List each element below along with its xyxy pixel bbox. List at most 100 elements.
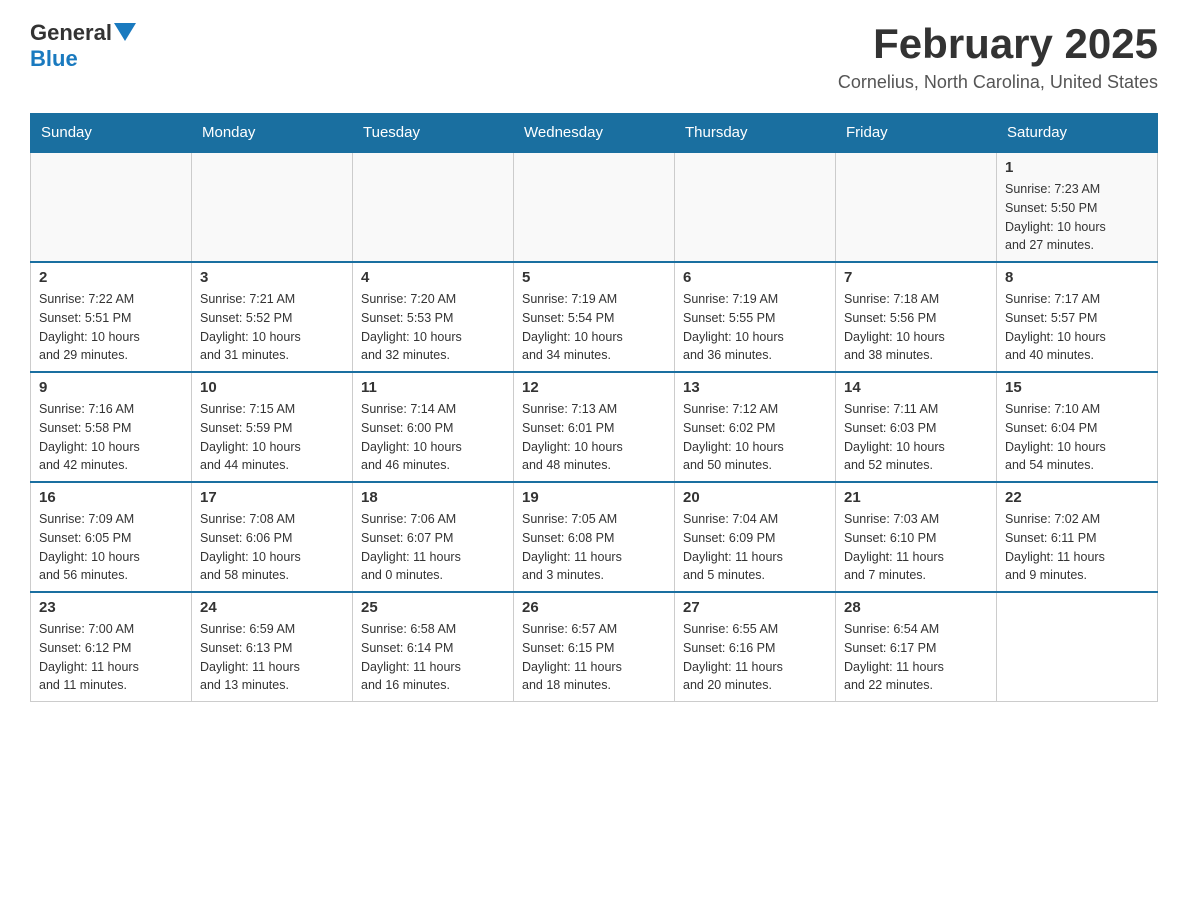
calendar-day-cell: 26 Sunrise: 6:57 AM Sunset: 6:15 PM Dayli… (514, 592, 675, 702)
calendar-day-cell: 10 Sunrise: 7:15 AM Sunset: 5:59 PM Dayli… (192, 372, 353, 482)
day-info: Sunrise: 6:59 AM Sunset: 6:13 PM Dayligh… (200, 620, 344, 695)
day-number: 12 (522, 379, 666, 396)
day-info: Sunrise: 7:19 AM Sunset: 5:54 PM Dayligh… (522, 290, 666, 365)
day-info: Sunrise: 6:57 AM Sunset: 6:15 PM Dayligh… (522, 620, 666, 695)
calendar-week-row: 1 Sunrise: 7:23 AM Sunset: 5:50 PM Daylig… (31, 152, 1158, 262)
subtitle: Cornelius, North Carolina, United States (838, 72, 1158, 93)
calendar-day-cell: 18 Sunrise: 7:06 AM Sunset: 6:07 PM Dayli… (353, 482, 514, 592)
day-number: 23 (39, 599, 183, 616)
day-number: 19 (522, 489, 666, 506)
day-info: Sunrise: 7:14 AM Sunset: 6:00 PM Dayligh… (361, 400, 505, 475)
day-info: Sunrise: 7:00 AM Sunset: 6:12 PM Dayligh… (39, 620, 183, 695)
calendar-week-row: 2 Sunrise: 7:22 AM Sunset: 5:51 PM Daylig… (31, 262, 1158, 372)
logo-general: General (30, 20, 112, 46)
calendar-day-cell: 13Sunrise: 7:12 AM Sunset: 6:02 PM Dayli… (675, 372, 836, 482)
logo-blue: Blue (30, 46, 136, 72)
day-number: 5 (522, 269, 666, 286)
day-number: 13 (683, 379, 827, 396)
day-number: 18 (361, 489, 505, 506)
day-info: Sunrise: 7:04 AM Sunset: 6:09 PM Dayligh… (683, 510, 827, 585)
day-number: 11 (361, 379, 505, 396)
calendar-day-cell: 5 Sunrise: 7:19 AM Sunset: 5:54 PM Daylig… (514, 262, 675, 372)
calendar-day-cell: 16 Sunrise: 7:09 AM Sunset: 6:05 PM Dayli… (31, 482, 192, 592)
day-number: 1 (1005, 159, 1149, 176)
calendar-day-cell: 24 Sunrise: 6:59 AM Sunset: 6:13 PM Dayli… (192, 592, 353, 702)
day-info: Sunrise: 7:10 AM Sunset: 6:04 PM Dayligh… (1005, 400, 1149, 475)
logo: General Blue (30, 20, 136, 72)
calendar-day-cell: 1 Sunrise: 7:23 AM Sunset: 5:50 PM Daylig… (997, 152, 1158, 262)
day-number: 2 (39, 269, 183, 286)
day-number: 10 (200, 379, 344, 396)
calendar-day-cell: 3 Sunrise: 7:21 AM Sunset: 5:52 PM Daylig… (192, 262, 353, 372)
calendar-day-cell: 19 Sunrise: 7:05 AM Sunset: 6:08 PM Dayli… (514, 482, 675, 592)
day-info: Sunrise: 7:17 AM Sunset: 5:57 PM Dayligh… (1005, 290, 1149, 365)
calendar-day-cell (675, 152, 836, 262)
day-number: 20 (683, 489, 827, 506)
day-number: 28 (844, 599, 988, 616)
calendar-day-cell (997, 592, 1158, 702)
calendar-day-cell (353, 152, 514, 262)
day-info: Sunrise: 7:06 AM Sunset: 6:07 PM Dayligh… (361, 510, 505, 585)
calendar-day-header: Thursday (675, 114, 836, 153)
calendar-day-cell (514, 152, 675, 262)
day-info: Sunrise: 7:11 AM Sunset: 6:03 PM Dayligh… (844, 400, 988, 475)
calendar-day-cell (836, 152, 997, 262)
day-info: Sunrise: 7:09 AM Sunset: 6:05 PM Dayligh… (39, 510, 183, 585)
day-number: 7 (844, 269, 988, 286)
calendar-day-cell: 9 Sunrise: 7:16 AM Sunset: 5:58 PM Daylig… (31, 372, 192, 482)
day-number: 26 (522, 599, 666, 616)
day-info: Sunrise: 7:19 AM Sunset: 5:55 PM Dayligh… (683, 290, 827, 365)
day-number: 9 (39, 379, 183, 396)
page-header: General Blue February 2025 Cornelius, No… (30, 20, 1158, 93)
day-info: Sunrise: 7:20 AM Sunset: 5:53 PM Dayligh… (361, 290, 505, 365)
day-info: Sunrise: 6:54 AM Sunset: 6:17 PM Dayligh… (844, 620, 988, 695)
day-info: Sunrise: 7:18 AM Sunset: 5:56 PM Dayligh… (844, 290, 988, 365)
calendar-day-cell: 8Sunrise: 7:17 AM Sunset: 5:57 PM Daylig… (997, 262, 1158, 372)
day-info: Sunrise: 7:13 AM Sunset: 6:01 PM Dayligh… (522, 400, 666, 475)
calendar-day-header: Saturday (997, 114, 1158, 153)
calendar-day-header: Sunday (31, 114, 192, 153)
day-number: 16 (39, 489, 183, 506)
day-info: Sunrise: 7:03 AM Sunset: 6:10 PM Dayligh… (844, 510, 988, 585)
calendar-week-row: 9 Sunrise: 7:16 AM Sunset: 5:58 PM Daylig… (31, 372, 1158, 482)
calendar-day-header: Monday (192, 114, 353, 153)
day-info: Sunrise: 7:02 AM Sunset: 6:11 PM Dayligh… (1005, 510, 1149, 585)
calendar-day-cell: 6 Sunrise: 7:19 AM Sunset: 5:55 PM Daylig… (675, 262, 836, 372)
day-number: 6 (683, 269, 827, 286)
day-info: Sunrise: 7:23 AM Sunset: 5:50 PM Dayligh… (1005, 180, 1149, 255)
calendar-day-cell: 27Sunrise: 6:55 AM Sunset: 6:16 PM Dayli… (675, 592, 836, 702)
calendar-day-cell: 25 Sunrise: 6:58 AM Sunset: 6:14 PM Dayli… (353, 592, 514, 702)
day-info: Sunrise: 7:21 AM Sunset: 5:52 PM Dayligh… (200, 290, 344, 365)
calendar-table: SundayMondayTuesdayWednesdayThursdayFrid… (30, 113, 1158, 702)
title-section: February 2025 Cornelius, North Carolina,… (838, 20, 1158, 93)
logo-arrow-icon (114, 23, 136, 41)
calendar-day-cell: 14Sunrise: 7:11 AM Sunset: 6:03 PM Dayli… (836, 372, 997, 482)
day-number: 3 (200, 269, 344, 286)
day-info: Sunrise: 7:16 AM Sunset: 5:58 PM Dayligh… (39, 400, 183, 475)
calendar-day-cell: 4 Sunrise: 7:20 AM Sunset: 5:53 PM Daylig… (353, 262, 514, 372)
day-number: 21 (844, 489, 988, 506)
day-number: 15 (1005, 379, 1149, 396)
day-number: 25 (361, 599, 505, 616)
main-title: February 2025 (838, 20, 1158, 68)
calendar-week-row: 23 Sunrise: 7:00 AM Sunset: 6:12 PM Dayli… (31, 592, 1158, 702)
day-number: 4 (361, 269, 505, 286)
day-info: Sunrise: 6:55 AM Sunset: 6:16 PM Dayligh… (683, 620, 827, 695)
day-info: Sunrise: 7:08 AM Sunset: 6:06 PM Dayligh… (200, 510, 344, 585)
calendar-day-header: Friday (836, 114, 997, 153)
calendar-day-cell: 11 Sunrise: 7:14 AM Sunset: 6:00 PM Dayli… (353, 372, 514, 482)
calendar-day-cell: 12 Sunrise: 7:13 AM Sunset: 6:01 PM Dayli… (514, 372, 675, 482)
calendar-day-cell: 15 Sunrise: 7:10 AM Sunset: 6:04 PM Dayli… (997, 372, 1158, 482)
day-info: Sunrise: 7:05 AM Sunset: 6:08 PM Dayligh… (522, 510, 666, 585)
calendar-day-header: Tuesday (353, 114, 514, 153)
calendar-header: SundayMondayTuesdayWednesdayThursdayFrid… (31, 114, 1158, 153)
calendar-week-row: 16 Sunrise: 7:09 AM Sunset: 6:05 PM Dayli… (31, 482, 1158, 592)
day-info: Sunrise: 7:22 AM Sunset: 5:51 PM Dayligh… (39, 290, 183, 365)
calendar-day-cell: 20 Sunrise: 7:04 AM Sunset: 6:09 PM Dayli… (675, 482, 836, 592)
day-info: Sunrise: 6:58 AM Sunset: 6:14 PM Dayligh… (361, 620, 505, 695)
calendar-day-cell: 7 Sunrise: 7:18 AM Sunset: 5:56 PM Daylig… (836, 262, 997, 372)
day-number: 24 (200, 599, 344, 616)
calendar-day-cell: 2 Sunrise: 7:22 AM Sunset: 5:51 PM Daylig… (31, 262, 192, 372)
day-info: Sunrise: 7:15 AM Sunset: 5:59 PM Dayligh… (200, 400, 344, 475)
day-number: 17 (200, 489, 344, 506)
